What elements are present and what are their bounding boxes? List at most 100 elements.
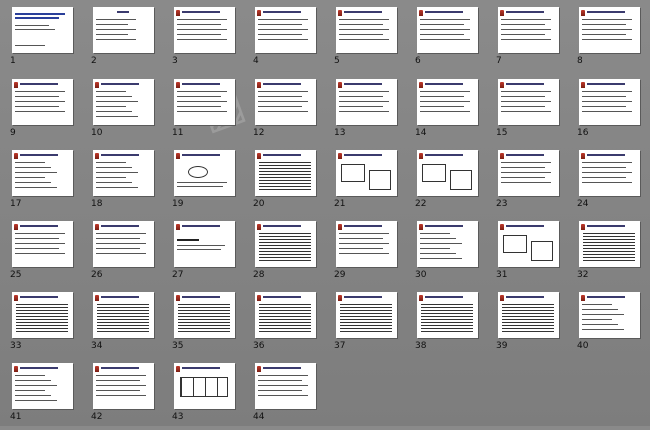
slide-thumbnail[interactable]: 3 <box>172 5 247 74</box>
slide-thumbnail[interactable]: 44 <box>253 361 328 430</box>
slide-preview <box>255 221 316 267</box>
logo-icon <box>338 82 342 88</box>
slide-preview <box>579 150 640 196</box>
slide-thumbnail[interactable]: 25 <box>10 219 85 288</box>
slide-preview <box>255 7 316 53</box>
slide-preview <box>255 150 316 196</box>
slide-thumbnail[interactable]: 22 <box>415 148 490 217</box>
logo-icon <box>419 10 423 16</box>
slide-thumbnail[interactable]: 39 <box>496 290 571 359</box>
logo-icon <box>14 295 18 301</box>
slide-thumbnail[interactable]: 10 <box>91 77 166 146</box>
logo-icon <box>500 10 504 16</box>
slide-thumbnail[interactable]: 12 <box>253 77 328 146</box>
slide-thumbnail[interactable]: 28 <box>253 219 328 288</box>
logo-icon <box>500 295 504 301</box>
slide-preview <box>417 221 478 267</box>
slide-thumbnail[interactable]: 31 <box>496 219 571 288</box>
slide-thumbnail[interactable]: 11 <box>172 77 247 146</box>
slide-preview <box>174 150 235 196</box>
slide-thumbnail[interactable]: 32 <box>577 219 650 288</box>
slide-thumbnail[interactable]: 30 <box>415 219 490 288</box>
slide-number: 2 <box>91 56 97 66</box>
slide-thumbnail[interactable]: 33 <box>10 290 85 359</box>
logo-icon <box>257 153 261 159</box>
slide-preview <box>93 7 154 53</box>
slide-thumbnail[interactable]: 8 <box>577 5 650 74</box>
slide-thumbnail[interactable]: 29 <box>334 219 409 288</box>
slide-thumbnail[interactable]: 43 <box>172 361 247 430</box>
slide-thumbnail[interactable]: 17 <box>10 148 85 217</box>
logo-icon <box>257 224 261 230</box>
slide-thumbnail[interactable]: 7 <box>496 5 571 74</box>
slide-number: 12 <box>253 128 265 138</box>
slide-thumbnail[interactable]: 1 <box>10 5 85 74</box>
slide-preview <box>417 292 478 338</box>
slide-number: 22 <box>415 199 427 209</box>
slide-thumbnail[interactable]: 2 <box>91 5 166 74</box>
slide-thumbnail[interactable]: 27 <box>172 219 247 288</box>
logo-icon <box>95 82 99 88</box>
slide-preview <box>579 79 640 125</box>
slide-thumbnail[interactable]: 4 <box>253 5 328 74</box>
slide-thumbnail[interactable]: 41 <box>10 361 85 430</box>
slide-preview <box>336 292 397 338</box>
slide-sorter-view: ▨ 12345678910111213141516171819202122232… <box>0 0 650 426</box>
slide-thumbnail[interactable]: 13 <box>334 77 409 146</box>
slide-thumbnail[interactable]: 15 <box>496 77 571 146</box>
slide-number: 39 <box>496 341 508 351</box>
slide-number: 41 <box>10 412 22 422</box>
slide-thumbnail[interactable]: 24 <box>577 148 650 217</box>
slide-preview <box>12 221 73 267</box>
logo-icon <box>14 224 18 230</box>
slide-thumbnail[interactable]: 18 <box>91 148 166 217</box>
slide-preview <box>93 363 154 409</box>
slide-thumbnail[interactable]: 35 <box>172 290 247 359</box>
slide-preview <box>93 221 154 267</box>
slide-preview <box>12 363 73 409</box>
slide-preview <box>336 79 397 125</box>
slide-preview <box>336 150 397 196</box>
slide-thumbnail[interactable]: 36 <box>253 290 328 359</box>
slide-thumbnail[interactable]: 40 <box>577 290 650 359</box>
slide-thumbnail[interactable]: 14 <box>415 77 490 146</box>
slide-thumbnail[interactable]: 37 <box>334 290 409 359</box>
slide-thumbnail[interactable]: 20 <box>253 148 328 217</box>
slide-preview <box>12 7 73 53</box>
slide-thumbnail[interactable]: 9 <box>10 77 85 146</box>
logo-icon <box>338 10 342 16</box>
slide-preview <box>174 79 235 125</box>
slide-number: 26 <box>91 270 103 280</box>
logo-icon <box>257 82 261 88</box>
slide-preview <box>12 150 73 196</box>
slide-thumbnail[interactable]: 6 <box>415 5 490 74</box>
slide-thumbnail[interactable]: 5 <box>334 5 409 74</box>
slide-number: 42 <box>91 412 103 422</box>
logo-icon <box>257 366 261 372</box>
logo-icon <box>95 224 99 230</box>
slide-thumbnail[interactable]: 19 <box>172 148 247 217</box>
logo-icon <box>581 82 585 88</box>
slide-thumbnail[interactable]: 26 <box>91 219 166 288</box>
slide-preview <box>579 221 640 267</box>
slide-thumbnail[interactable]: 21 <box>334 148 409 217</box>
slide-thumbnail[interactable]: 42 <box>91 361 166 430</box>
logo-icon <box>95 153 99 159</box>
slide-thumbnail[interactable]: 38 <box>415 290 490 359</box>
slide-thumbnail[interactable]: 16 <box>577 77 650 146</box>
slide-number: 13 <box>334 128 346 138</box>
logo-icon <box>14 82 18 88</box>
logo-icon <box>500 153 504 159</box>
slide-number: 24 <box>577 199 589 209</box>
slide-preview <box>12 79 73 125</box>
slide-preview <box>174 221 235 267</box>
slide-preview <box>93 150 154 196</box>
slide-preview <box>93 79 154 125</box>
slide-thumbnail[interactable]: 23 <box>496 148 571 217</box>
slide-number: 9 <box>10 128 16 138</box>
slide-thumbnail[interactable]: 34 <box>91 290 166 359</box>
slide-number: 17 <box>10 199 22 209</box>
slide-number: 8 <box>577 56 583 66</box>
slide-number: 38 <box>415 341 427 351</box>
logo-icon <box>176 153 180 159</box>
